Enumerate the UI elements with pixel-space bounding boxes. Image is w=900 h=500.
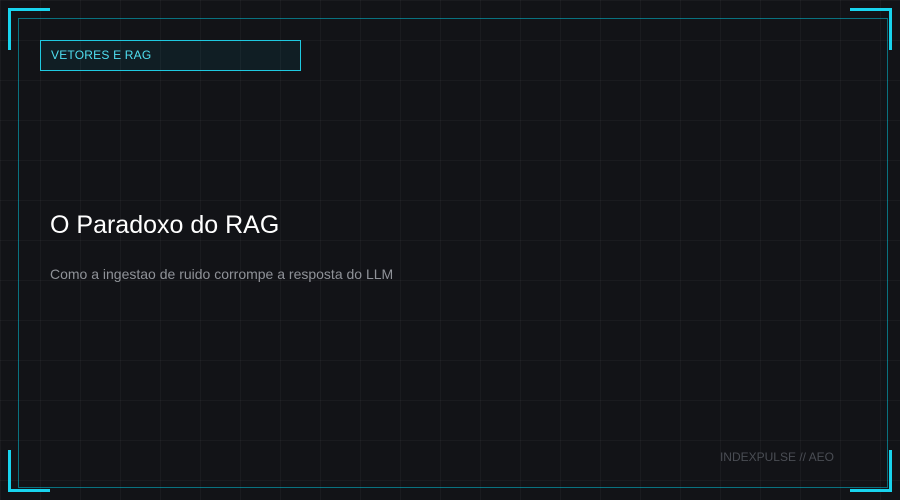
card-title: O Paradoxo do RAG [50,211,280,239]
category-tag: VETORES E RAG [40,40,301,71]
brand-footer: INDEXPULSE // AEO [719,450,834,464]
article-card: VETORES E RAG O Paradoxo do RAG Como a i… [0,0,900,500]
corner-bracket-bottom-right [850,450,892,492]
corner-bracket-top-right [850,8,892,50]
card-subtitle: Como a ingestao de ruido corrompe a resp… [50,266,394,282]
card-frame [18,18,888,488]
corner-bracket-bottom-left [8,450,50,492]
